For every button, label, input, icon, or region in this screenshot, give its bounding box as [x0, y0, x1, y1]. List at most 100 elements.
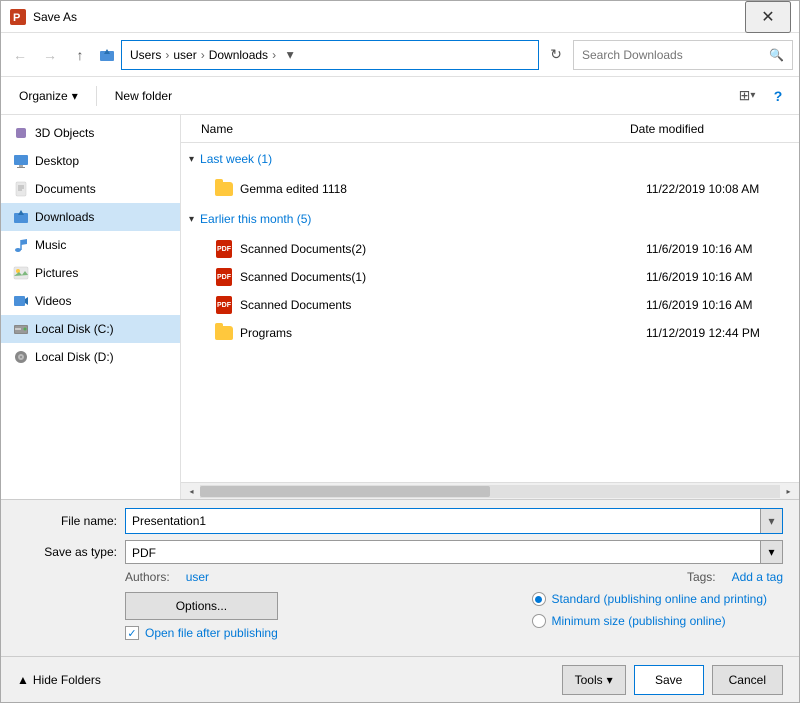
pictures-icon: [13, 265, 29, 281]
dialog-title: Save As: [33, 10, 745, 24]
filename-row: File name: ▾: [17, 508, 783, 534]
file-row-gemma[interactable]: Gemma edited 1118 11/22/2019 10:08 AM: [181, 175, 799, 203]
save-button[interactable]: Save: [634, 665, 704, 695]
sidebar-item-videos[interactable]: Videos: [1, 287, 180, 315]
sidebar: 3D Objects Desktop Documents Downloads: [1, 115, 181, 499]
path-downloads[interactable]: Downloads: [209, 48, 268, 62]
help-button[interactable]: ?: [765, 83, 791, 109]
pdf-icon-scanned: PDF: [214, 297, 234, 313]
file-date-scanned: 11/6/2019 10:16 AM: [638, 298, 798, 312]
minimum-radio-label[interactable]: Minimum size (publishing online): [552, 614, 726, 628]
sidebar-item-desktop[interactable]: Desktop: [1, 147, 180, 175]
standard-radio[interactable]: [532, 592, 546, 606]
scroll-right-button[interactable]: ▸: [780, 485, 797, 498]
sidebar-item-3d-objects[interactable]: 3D Objects: [1, 119, 180, 147]
sidebar-label-pictures: Pictures: [35, 266, 78, 280]
search-input[interactable]: [582, 48, 769, 62]
scroll-track[interactable]: [200, 485, 780, 498]
file-row-scanned1[interactable]: PDF Scanned Documents(1) 11/6/2019 10:16…: [181, 263, 799, 291]
savetype-select[interactable]: PDF ▾: [125, 540, 783, 564]
action-bar: ▲ Hide Folders Tools ▾ Save Cancel: [1, 656, 799, 702]
meta-row: Authors: user Tags: Add a tag: [17, 570, 783, 584]
options-button[interactable]: Options...: [125, 592, 278, 620]
hide-folders-arrow: ▲: [17, 673, 29, 687]
options-row: Options... ✓ Open file after publishing …: [17, 592, 783, 640]
standard-radio-label[interactable]: Standard (publishing online and printing…: [552, 592, 767, 606]
path-users[interactable]: Users: [130, 48, 161, 62]
path-user[interactable]: user: [173, 48, 196, 62]
tools-arrow: ▾: [607, 673, 613, 687]
pdf-icon-scanned1: PDF: [214, 269, 234, 285]
column-date[interactable]: Date modified: [622, 122, 782, 136]
new-folder-button[interactable]: New folder: [105, 82, 182, 110]
group-chevron-last-week[interactable]: ▾: [189, 154, 194, 165]
file-date-gemma: 11/22/2019 10:08 AM: [638, 182, 798, 196]
authors-value[interactable]: user: [186, 570, 209, 584]
view-button[interactable]: ⊞ ▾: [733, 82, 761, 110]
forward-button[interactable]: →: [37, 42, 63, 68]
organize-button[interactable]: Organize ▾: [9, 82, 88, 110]
path-dropdown-button[interactable]: ▾: [280, 41, 300, 69]
back-button[interactable]: ←: [7, 42, 33, 68]
group-chevron-earlier[interactable]: ▾: [189, 214, 194, 225]
tags-value[interactable]: Add a tag: [732, 570, 783, 584]
group-header-earlier: ▾ Earlier this month (5): [181, 203, 799, 235]
new-folder-label: New folder: [115, 89, 172, 103]
file-row-scanned[interactable]: PDF Scanned Documents 11/6/2019 10:16 AM: [181, 291, 799, 319]
options-left: Options... ✓ Open file after publishing: [17, 592, 278, 640]
hide-folders-label: Hide Folders: [33, 673, 101, 687]
sidebar-item-music[interactable]: Music: [1, 231, 180, 259]
toolbar-separator: [96, 86, 97, 106]
filename-dropdown-button[interactable]: ▾: [760, 509, 782, 533]
standard-radio-row: Standard (publishing online and printing…: [532, 592, 767, 606]
sidebar-item-local-disk-c[interactable]: Local Disk (C:): [1, 315, 180, 343]
authors-label: Authors:: [125, 570, 170, 584]
sidebar-item-documents[interactable]: Documents: [1, 175, 180, 203]
group-label-earlier[interactable]: Earlier this month (5): [200, 212, 311, 226]
file-row-programs[interactable]: Programs 11/12/2019 12:44 PM: [181, 319, 799, 347]
scroll-left-button[interactable]: ◂: [183, 485, 200, 498]
save-as-dialog: P Save As ✕ ← → ↑ Users › user › Downloa…: [0, 0, 800, 703]
file-name-scanned: Scanned Documents: [240, 298, 638, 312]
path-sep3: ›: [272, 48, 276, 62]
up-button[interactable]: ↑: [67, 42, 93, 68]
powerpoint-icon: P: [9, 8, 27, 26]
filename-input[interactable]: [126, 509, 760, 533]
open-after-publish-checkbox[interactable]: ✓: [125, 626, 139, 640]
file-area: Name Date modified ▾ Last week (1) Gemma…: [181, 115, 799, 499]
group-header-last-week: ▾ Last week (1): [181, 143, 799, 175]
refresh-button[interactable]: ↻: [543, 42, 569, 68]
svg-text:P: P: [13, 12, 20, 24]
options-right: Standard (publishing online and printing…: [532, 592, 783, 628]
videos-icon: [13, 293, 29, 309]
sidebar-item-downloads[interactable]: Downloads: [1, 203, 180, 231]
music-icon: [13, 237, 29, 253]
open-after-publish-label[interactable]: Open file after publishing: [145, 626, 278, 640]
pdf-icon-scanned2: PDF: [214, 241, 234, 257]
form-area: File name: ▾ Save as type: PDF ▾ Authors…: [1, 499, 799, 656]
column-name[interactable]: Name: [181, 122, 622, 136]
sidebar-item-local-disk-d[interactable]: Local Disk (D:): [1, 343, 180, 371]
sidebar-label-desktop: Desktop: [35, 154, 79, 168]
path-sep2: ›: [201, 48, 205, 62]
filename-label: File name:: [17, 514, 117, 528]
group-label-last-week[interactable]: Last week (1): [200, 152, 272, 166]
minimum-radio-row: Minimum size (publishing online): [532, 614, 767, 628]
scroll-thumb: [200, 486, 490, 497]
toolbar-right: ⊞ ▾ ?: [733, 82, 791, 110]
sidebar-item-pictures[interactable]: Pictures: [1, 259, 180, 287]
path-sep1: ›: [165, 48, 169, 62]
minimum-radio[interactable]: [532, 614, 546, 628]
standard-radio-dot: [535, 596, 542, 603]
tools-button[interactable]: Tools ▾: [562, 665, 626, 695]
location-icon: [97, 45, 117, 65]
filename-input-wrapper: ▾: [125, 508, 783, 534]
downloads-icon: [13, 209, 29, 225]
file-row-scanned2[interactable]: PDF Scanned Documents(2) 11/6/2019 10:16…: [181, 235, 799, 263]
file-name-gemma: Gemma edited 1118: [240, 182, 638, 196]
hide-folders-button[interactable]: ▲ Hide Folders: [17, 673, 101, 687]
close-button[interactable]: ✕: [745, 1, 791, 33]
address-bar: ← → ↑ Users › user › Downloads › ▾ ↻ 🔍: [1, 33, 799, 77]
folder-icon-programs: [214, 325, 234, 341]
cancel-button[interactable]: Cancel: [712, 665, 783, 695]
